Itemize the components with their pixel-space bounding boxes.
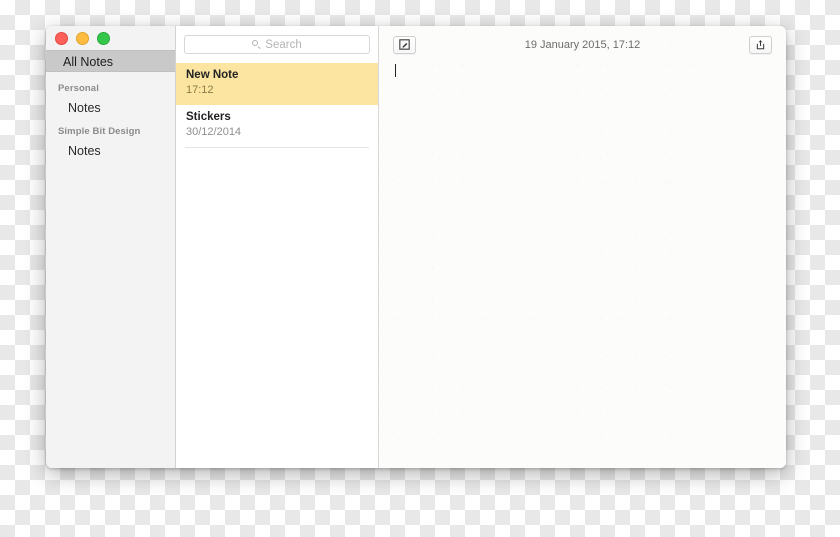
- sidebar: All Notes Personal Notes Simple Bit Desi…: [46, 26, 176, 468]
- sidebar-item-label: All Notes: [63, 55, 114, 69]
- search-input[interactable]: Search: [184, 35, 370, 54]
- list-separator: [185, 147, 369, 148]
- note-title: Stickers: [186, 111, 231, 123]
- zoom-button[interactable]: [97, 31, 110, 45]
- share-button[interactable]: [749, 35, 772, 54]
- note-title: New Note: [186, 69, 239, 81]
- search-bar: Search: [176, 26, 378, 63]
- minimize-button[interactable]: [76, 31, 89, 45]
- sidebar-group-personal-label: Personal: [58, 83, 99, 94]
- sidebar-item-label: Notes: [68, 144, 101, 158]
- note-date-header: 19 January 2015, 17:12: [524, 38, 641, 51]
- search-icon: [252, 40, 261, 49]
- compose-button[interactable]: [393, 35, 416, 54]
- list-item[interactable]: New Note 17:12: [176, 63, 378, 105]
- note-date: 17:12: [186, 84, 214, 96]
- editor-toolbar: 19 January 2015, 17:12: [379, 26, 786, 63]
- sidebar-item-personal-notes[interactable]: Notes: [46, 101, 175, 115]
- close-button[interactable]: [55, 31, 68, 45]
- share-icon: [756, 40, 765, 50]
- note-date: 30/12/2014: [186, 126, 242, 138]
- search-placeholder: Search: [265, 38, 302, 51]
- sidebar-item-all-notes[interactable]: All Notes: [46, 50, 175, 72]
- notes-list-pane: Search New Note 17:12 Stickers 30/12/201…: [176, 26, 379, 468]
- compose-icon: [399, 39, 410, 50]
- sidebar-item-label: Notes: [68, 101, 101, 115]
- note-editor-pane[interactable]: 19 January 2015, 17:12: [379, 26, 786, 468]
- window-controls: [46, 26, 175, 45]
- list-item[interactable]: Stickers 30/12/2014: [176, 105, 378, 147]
- notes-window: All Notes Personal Notes Simple Bit Desi…: [46, 26, 786, 468]
- text-cursor: [395, 64, 397, 77]
- sidebar-item-simple-bit-design-notes[interactable]: Notes: [46, 144, 175, 158]
- sidebar-group-simple-bit-design-label: Simple Bit Design: [58, 126, 141, 137]
